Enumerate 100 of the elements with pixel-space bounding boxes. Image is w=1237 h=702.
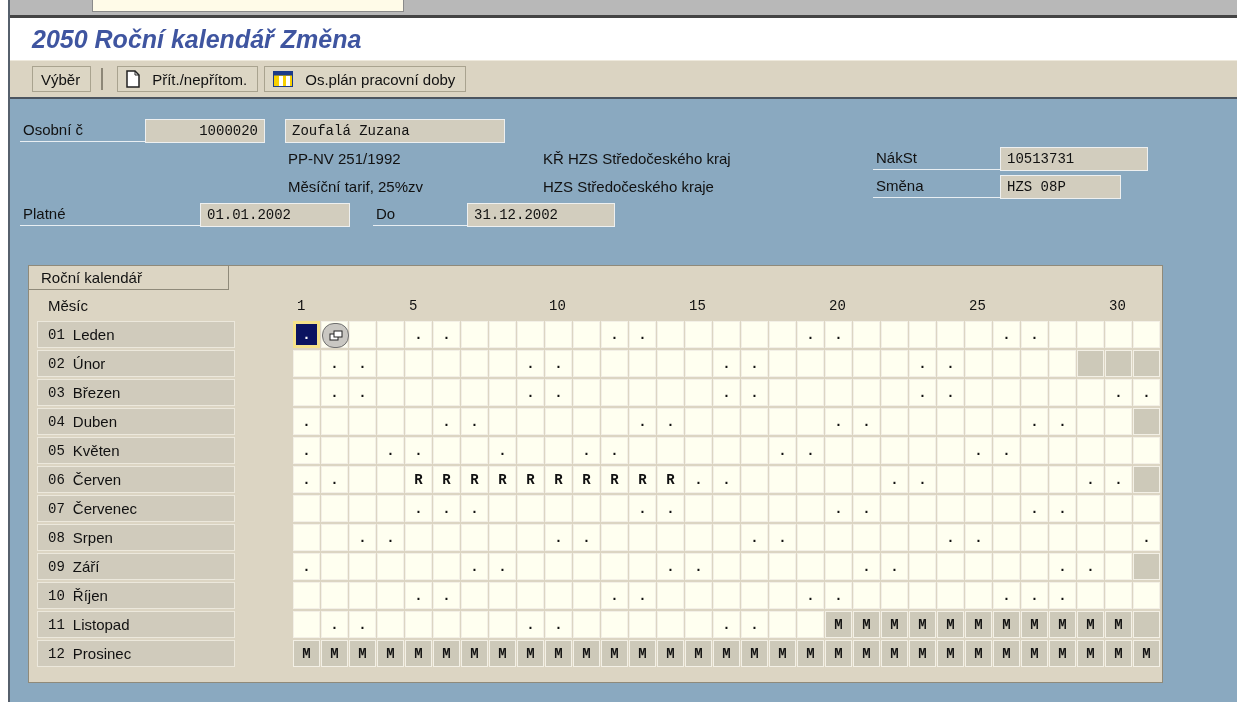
day-cell[interactable]: M [1105, 640, 1132, 667]
day-cell[interactable]: . [433, 582, 460, 609]
day-cell[interactable] [657, 350, 684, 377]
day-cell[interactable] [1077, 437, 1104, 464]
day-cell[interactable]: M [349, 640, 376, 667]
day-cell[interactable] [1021, 350, 1048, 377]
day-cell[interactable] [293, 582, 320, 609]
day-cell[interactable] [545, 495, 572, 522]
day-cell[interactable] [433, 524, 460, 551]
day-cell[interactable] [657, 611, 684, 638]
day-cell[interactable]: . [377, 524, 404, 551]
day-cell[interactable] [993, 350, 1020, 377]
day-cell[interactable] [573, 321, 600, 348]
day-cell[interactable]: . [741, 379, 768, 406]
day-cell[interactable] [573, 611, 600, 638]
day-cell[interactable]: . [545, 350, 572, 377]
day-cell[interactable] [1021, 466, 1048, 493]
day-cell[interactable] [1049, 321, 1076, 348]
day-cell[interactable]: . [321, 350, 348, 377]
day-cell[interactable] [881, 582, 908, 609]
day-cell[interactable]: . [545, 611, 572, 638]
day-cell[interactable]: . [377, 437, 404, 464]
day-cell[interactable] [741, 437, 768, 464]
day-cell[interactable] [853, 582, 880, 609]
day-cell[interactable] [713, 495, 740, 522]
day-cell[interactable]: M [937, 611, 964, 638]
day-cell[interactable]: M [853, 640, 880, 667]
day-cell[interactable]: . [713, 611, 740, 638]
day-cell[interactable]: R [545, 466, 572, 493]
day-cell[interactable] [1049, 350, 1076, 377]
day-cell[interactable] [321, 495, 348, 522]
day-cell[interactable]: R [517, 466, 544, 493]
day-cell[interactable] [1021, 524, 1048, 551]
day-cell[interactable] [461, 379, 488, 406]
day-cell[interactable]: R [657, 466, 684, 493]
day-cell[interactable] [349, 408, 376, 435]
day-cell[interactable] [993, 408, 1020, 435]
day-cell[interactable] [489, 321, 516, 348]
day-cell[interactable]: . [741, 350, 768, 377]
day-cell[interactable] [713, 524, 740, 551]
day-cell[interactable]: . [713, 350, 740, 377]
day-cell[interactable] [909, 321, 936, 348]
day-cell[interactable]: M [993, 640, 1020, 667]
day-cell[interactable]: M [909, 640, 936, 667]
day-cell[interactable] [433, 553, 460, 580]
day-cell[interactable] [573, 553, 600, 580]
day-cell[interactable]: R [573, 466, 600, 493]
day-cell[interactable] [965, 379, 992, 406]
day-cell[interactable]: M [741, 640, 768, 667]
day-cell[interactable] [321, 408, 348, 435]
date-field[interactable]: 31.12.2002 [467, 202, 615, 227]
day-cell[interactable]: M [881, 640, 908, 667]
day-cell[interactable] [629, 611, 656, 638]
day-cell[interactable]: . [797, 582, 824, 609]
day-cell[interactable] [1077, 495, 1104, 522]
day-cell[interactable] [629, 350, 656, 377]
day-cell[interactable] [1133, 350, 1160, 377]
day-cell[interactable]: . [545, 524, 572, 551]
day-cell[interactable] [965, 321, 992, 348]
employee-name-field[interactable]: Zoufalá Zuzana [285, 118, 505, 143]
day-cell[interactable]: R [461, 466, 488, 493]
day-cell[interactable] [405, 553, 432, 580]
day-cell[interactable] [1105, 524, 1132, 551]
day-cell[interactable] [573, 495, 600, 522]
day-cell[interactable] [1105, 495, 1132, 522]
day-cell[interactable] [601, 379, 628, 406]
day-cell[interactable] [349, 466, 376, 493]
day-cell[interactable] [601, 408, 628, 435]
day-cell[interactable] [433, 437, 460, 464]
day-cell[interactable] [489, 611, 516, 638]
day-cell[interactable]: . [1133, 379, 1160, 406]
day-cell[interactable]: . [797, 437, 824, 464]
day-cell[interactable] [293, 611, 320, 638]
day-cell[interactable] [881, 524, 908, 551]
day-cell[interactable]: M [909, 611, 936, 638]
day-cell[interactable] [1021, 553, 1048, 580]
day-cell[interactable] [1133, 553, 1160, 580]
day-cell[interactable] [377, 466, 404, 493]
day-cell[interactable] [405, 408, 432, 435]
day-cell[interactable] [853, 466, 880, 493]
day-cell[interactable] [797, 379, 824, 406]
day-cell[interactable]: . [405, 437, 432, 464]
day-cell[interactable]: . [489, 437, 516, 464]
day-cell[interactable] [657, 321, 684, 348]
day-cell[interactable] [573, 350, 600, 377]
day-cell[interactable] [629, 553, 656, 580]
day-cell[interactable]: . [825, 582, 852, 609]
day-cell[interactable] [517, 321, 544, 348]
day-cell[interactable] [1133, 466, 1160, 493]
day-cell[interactable]: M [1049, 640, 1076, 667]
day-cell[interactable]: . [601, 321, 628, 348]
day-cell[interactable] [321, 582, 348, 609]
day-cell[interactable] [657, 524, 684, 551]
day-cell[interactable] [1077, 321, 1104, 348]
day-cell[interactable]: . [937, 350, 964, 377]
day-cell[interactable]: . [321, 611, 348, 638]
day-cell[interactable] [377, 553, 404, 580]
day-cell[interactable] [909, 437, 936, 464]
day-cell[interactable] [965, 466, 992, 493]
day-cell[interactable] [1105, 582, 1132, 609]
